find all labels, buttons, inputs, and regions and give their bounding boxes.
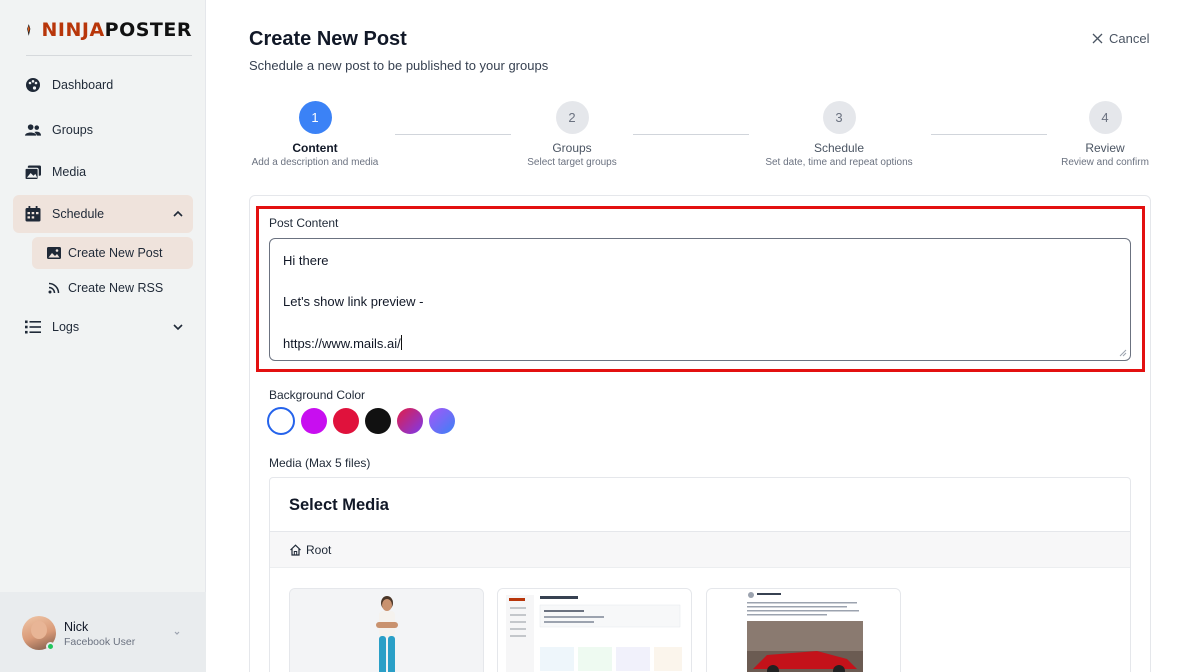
step-schedule[interactable]: 3 Schedule Set date, time and repeat opt…: [759, 101, 919, 168]
sidebar: NINJAPOSTER Dashboard Groups Media Sched…: [0, 0, 206, 672]
brand-logo[interactable]: NINJAPOSTER: [26, 14, 192, 46]
background-color-picker: [267, 407, 461, 435]
chevron-down-icon[interactable]: [171, 320, 185, 334]
post-content-line: Let's show link preview -: [283, 294, 424, 310]
images-icon: [25, 164, 41, 180]
cancel-button[interactable]: Cancel: [1092, 31, 1149, 46]
step-review[interactable]: 4 Review Review and confirm: [1058, 101, 1152, 168]
list-icon: [25, 319, 41, 335]
sidebar-item-label: Media: [52, 165, 87, 179]
color-swatch-purple[interactable]: [301, 408, 327, 434]
user-panel[interactable]: Nick Facebook User: [0, 592, 206, 672]
online-status-indicator: [46, 642, 55, 651]
step-number: 1: [298, 101, 332, 134]
step-title: Groups: [552, 141, 592, 155]
media-thumbnail[interactable]: [289, 588, 484, 672]
sidebar-item-media[interactable]: Media: [13, 153, 193, 191]
post-content-line: [283, 272, 1117, 293]
chevron-up-icon[interactable]: [171, 207, 185, 221]
media-breadcrumb: Root: [270, 532, 1130, 568]
step-description: Set date, time and repeat options: [765, 157, 913, 168]
sidebar-item-label: Logs: [52, 320, 80, 334]
sidebar-divider: [26, 55, 192, 56]
color-swatch-red-purple-gradient[interactable]: [397, 408, 423, 434]
chevron-down-icon[interactable]: [172, 628, 182, 638]
resize-handle-icon[interactable]: [1119, 349, 1127, 357]
step-number: 3: [822, 101, 856, 134]
media-thumbnail[interactable]: [706, 588, 901, 672]
logo-icon: [27, 24, 31, 36]
background-color-label: Background Color: [269, 388, 366, 402]
step-description: Review and confirm: [1061, 157, 1149, 168]
text-caret: [400, 334, 402, 350]
brand-name-part1: NINJA: [41, 19, 105, 41]
step-connector: [633, 134, 749, 135]
close-icon: [1092, 33, 1103, 44]
step-number: 4: [1088, 101, 1122, 134]
sidebar-item-dashboard[interactable]: Dashboard: [13, 66, 193, 104]
home-icon[interactable]: [289, 543, 302, 556]
step-title: Review: [1085, 141, 1125, 155]
color-swatch-purple-blue-gradient[interactable]: [429, 408, 455, 434]
rss-icon: [47, 281, 61, 295]
media-browser-title: Select Media: [289, 496, 389, 514]
user-name: Nick: [64, 620, 89, 634]
step-connector: [395, 134, 511, 135]
step-connector: [931, 134, 1047, 135]
page-subtitle: Schedule a new post to be published to y…: [249, 58, 549, 73]
step-description: Select target groups: [527, 157, 617, 168]
post-content-line: https://www.mails.ai/: [283, 335, 401, 351]
breadcrumb-root[interactable]: Root: [306, 543, 331, 557]
users-icon: [25, 122, 41, 138]
post-content-line: Hi there: [283, 253, 329, 268]
sidebar-item-groups[interactable]: Groups: [13, 111, 193, 149]
dashboard-screenshot-image: [498, 589, 691, 672]
cancel-label: Cancel: [1109, 31, 1150, 46]
image-icon: [47, 246, 61, 260]
brand-name-part2: POSTER: [104, 19, 192, 41]
color-swatch-white[interactable]: [267, 407, 295, 435]
step-title: Schedule: [813, 141, 865, 155]
color-swatch-black[interactable]: [365, 408, 391, 434]
sidebar-subitem-create-new-rss[interactable]: Create New RSS: [32, 272, 193, 304]
user-role: Facebook User: [64, 636, 136, 648]
post-content-label: Post Content: [269, 216, 339, 230]
sidebar-item-schedule[interactable]: Schedule: [13, 195, 193, 233]
post-content-textarea[interactable]: Hi there Let's show link preview - https…: [269, 238, 1131, 361]
person-figure-image: [290, 589, 483, 672]
sidebar-subitem-label: Create New RSS: [68, 281, 164, 295]
palette-icon: [25, 77, 41, 93]
sidebar-item-label: Groups: [52, 123, 93, 137]
step-number: 2: [555, 101, 589, 134]
media-label: Media (Max 5 files): [269, 456, 371, 470]
calendar-icon: [25, 206, 41, 222]
post-content-line: [283, 313, 1117, 334]
car-post-screenshot-image: [707, 589, 900, 672]
step-groups[interactable]: 2 Groups Select target groups: [512, 101, 632, 168]
sidebar-subitem-create-new-post[interactable]: Create New Post: [32, 237, 193, 269]
sidebar-item-label: Dashboard: [52, 78, 114, 92]
step-title: Content: [292, 141, 338, 155]
sidebar-subitem-label: Create New Post: [68, 246, 163, 260]
step-content[interactable]: 1 Content Add a description and media: [245, 101, 385, 168]
color-swatch-red[interactable]: [333, 408, 359, 434]
media-thumbnail[interactable]: [497, 588, 692, 672]
step-description: Add a description and media: [251, 157, 379, 168]
page-title: Create New Post: [249, 28, 407, 50]
sidebar-item-logs[interactable]: Logs: [13, 308, 193, 346]
sidebar-item-label: Schedule: [52, 207, 105, 221]
